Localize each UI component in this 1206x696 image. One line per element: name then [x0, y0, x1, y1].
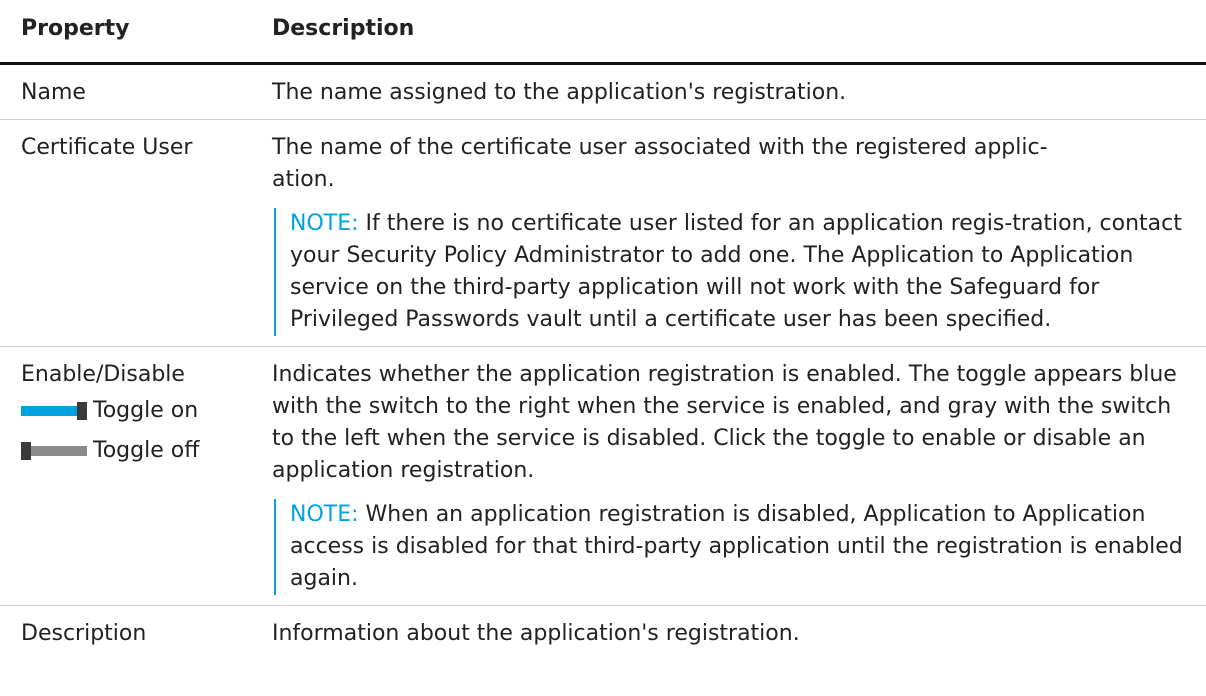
property-name: Enable/Disable [21, 362, 185, 387]
note-text: When an application registration is disa… [290, 502, 1183, 591]
table-header-row: Property Description [0, 0, 1206, 65]
note-label: NOTE: [290, 502, 359, 527]
header-property: Property [0, 0, 268, 65]
property-name-cell: Description [21, 621, 147, 646]
description-cell: The name of the certificate user associa… [268, 119, 1206, 347]
header-description: Description [268, 0, 1206, 65]
toggle-on-label: Toggle on [93, 398, 199, 423]
property-name-cell: Enable/Disable Toggle on Toggle off [0, 346, 268, 606]
description-text: Information about the application's regi… [272, 621, 800, 646]
property-name-cell: Certificate User [0, 119, 268, 347]
note-text: If there is no certificate user listed f… [290, 211, 1182, 332]
property-name-cell: Name [0, 63, 268, 120]
description-cell: Indicates whether the application regist… [268, 346, 1206, 606]
properties-table: Property Description Name The name assig… [0, 0, 1206, 660]
toggle-off-icon [21, 442, 87, 460]
toggle-off-label: Toggle off [93, 438, 200, 463]
table-row: Description Information about the applic… [0, 606, 1206, 661]
table-row: Certificate User The name of the certifi… [0, 119, 1206, 347]
toggle-off-example: Toggle off [21, 431, 268, 471]
note-block: NOTE: When an application registration i… [274, 499, 1192, 595]
description-cell: Information about the application's regi… [268, 606, 1206, 661]
toggle-on-example: Toggle on [21, 391, 268, 431]
table-row: Enable/Disable Toggle on Toggle off Indi… [0, 346, 1206, 606]
table-row: Name The name assigned to the applicatio… [0, 63, 1206, 120]
description-text: The name assigned to the application's r… [272, 80, 847, 105]
description-text: The name of the certificate user associa… [272, 135, 1048, 192]
description-cell: The name assigned to the application's r… [268, 63, 1206, 120]
toggle-on-icon [21, 402, 87, 420]
note-block: NOTE: If there is no certificate user li… [274, 208, 1192, 336]
note-label: NOTE: [290, 211, 359, 236]
description-text: Indicates whether the application regist… [272, 362, 1177, 483]
